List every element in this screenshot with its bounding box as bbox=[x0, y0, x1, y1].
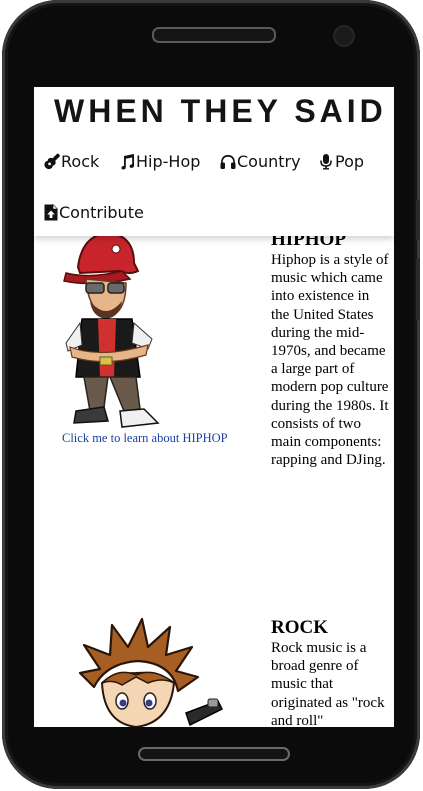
nav-label-hip-hop: Hip-Hop bbox=[136, 152, 201, 171]
nav-item-contribute[interactable]: Contribute bbox=[44, 203, 144, 222]
nav-item-pop[interactable]: Pop bbox=[318, 152, 364, 171]
front-camera-icon bbox=[333, 25, 355, 47]
nav-label-pop: Pop bbox=[335, 152, 365, 171]
rock-description: Rock music is a broad genre of music tha… bbox=[271, 640, 385, 727]
phone-frame: Click me to learn about HIPHOP HIPHOP Hi… bbox=[2, 0, 420, 789]
nav-item-hip-hop[interactable]: Hip-Hop bbox=[119, 152, 200, 171]
microphone-icon bbox=[320, 154, 332, 170]
hiphop-character-image[interactable] bbox=[60, 227, 165, 432]
bottom-speaker bbox=[138, 747, 290, 761]
rock-title: ROCK bbox=[271, 617, 328, 638]
site-header: WHEN THEY SAID Rock Hip-Hop Country Pop … bbox=[34, 87, 394, 236]
learn-about-hiphop-link[interactable]: Click me to learn about HIPHOP bbox=[62, 431, 228, 446]
rock-character-image[interactable] bbox=[76, 617, 226, 727]
file-upload-icon bbox=[44, 204, 58, 221]
power-button bbox=[416, 258, 420, 320]
nav-label-country: Country bbox=[237, 152, 301, 171]
earpiece-speaker bbox=[152, 27, 276, 43]
music-note-icon bbox=[121, 154, 134, 170]
hiphop-description: Hiphop is a style of music which came in… bbox=[271, 252, 389, 469]
site-title: WHEN THEY SAID bbox=[54, 93, 387, 129]
volume-up-button bbox=[416, 200, 420, 240]
guitar-icon bbox=[44, 153, 60, 170]
nav-label-rock: Rock bbox=[61, 152, 100, 171]
nav-item-country[interactable]: Country bbox=[220, 152, 301, 171]
screen[interactable]: Click me to learn about HIPHOP HIPHOP Hi… bbox=[34, 87, 394, 727]
headphones-icon bbox=[220, 155, 236, 169]
nav-item-rock[interactable]: Rock bbox=[44, 152, 99, 171]
nav-label-contribute: Contribute bbox=[59, 203, 144, 222]
